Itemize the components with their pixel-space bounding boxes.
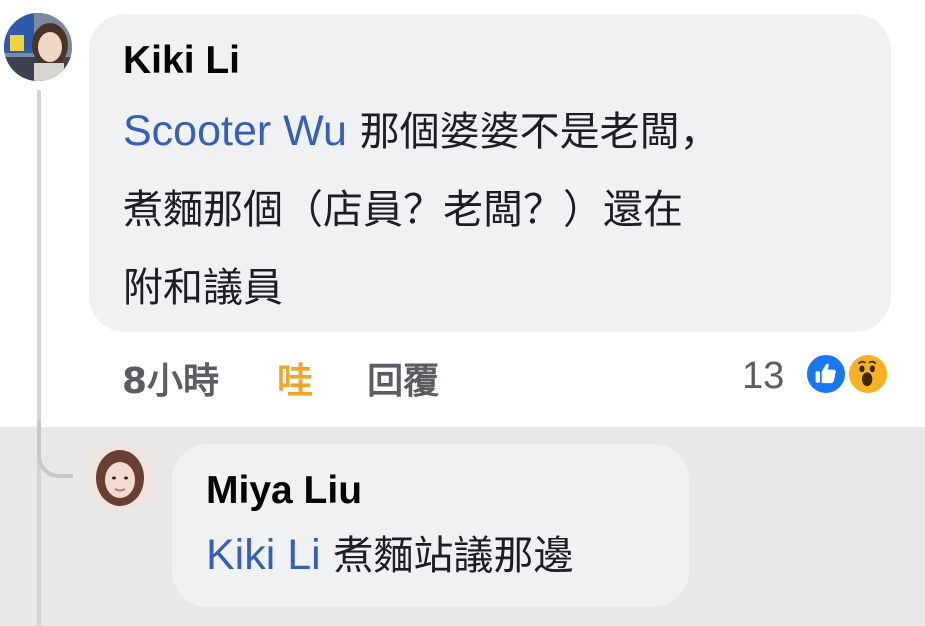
avatar[interactable] — [4, 13, 72, 81]
comment-mention[interactable]: Scooter Wu — [123, 107, 347, 155]
profile-photo-icon — [4, 13, 72, 81]
reply-mention[interactable]: Kiki Li — [206, 531, 321, 579]
react-button[interactable]: 哇 — [277, 352, 313, 412]
thumbs-up-icon — [815, 363, 836, 384]
comment-bubble: Kiki Li Scooter Wu 那個婆婆不是老闆， 煮麵那個（店員？老闆？… — [89, 14, 891, 332]
profile-photo-icon — [87, 444, 154, 511]
avatar[interactable] — [87, 444, 154, 511]
comment-text-line-3: 附和議員 — [123, 265, 283, 311]
wow-icon[interactable] — [846, 352, 890, 396]
comment-author[interactable]: Kiki Li — [123, 38, 857, 84]
reply-text: Kiki Li 煮麵站議那邊 — [206, 524, 655, 587]
like-icon[interactable] — [804, 352, 848, 396]
comment-text-line-2: 煮麵那個（店員？老闆？）還在 — [123, 187, 683, 233]
reply-connector — [37, 420, 73, 478]
comment-timestamp[interactable]: 8小時 — [122, 352, 219, 412]
reply-author[interactable]: Miya Liu — [206, 468, 655, 514]
reaction-count[interactable]: 13 — [742, 352, 784, 402]
comment-text: Scooter Wu 那個婆婆不是老闆， 煮麵那個（店員？老闆？）還在 附和議員 — [123, 92, 857, 327]
comment-actions: 8小時哇回覆 — [122, 352, 439, 412]
reply-text-content: 煮麵站議那邊 — [333, 533, 574, 579]
comment-text-line-1: 那個婆婆不是老闆， — [359, 109, 720, 155]
wow-face-icon — [857, 360, 877, 387]
thread-connector — [37, 90, 41, 626]
reply-button[interactable]: 回覆 — [367, 352, 439, 412]
reply-bubble: Miya Liu Kiki Li 煮麵站議那邊 — [172, 444, 689, 607]
comment-thread: Kiki Li Scooter Wu 那個婆婆不是老闆， 煮麵那個（店員？老闆？… — [0, 0, 925, 626]
